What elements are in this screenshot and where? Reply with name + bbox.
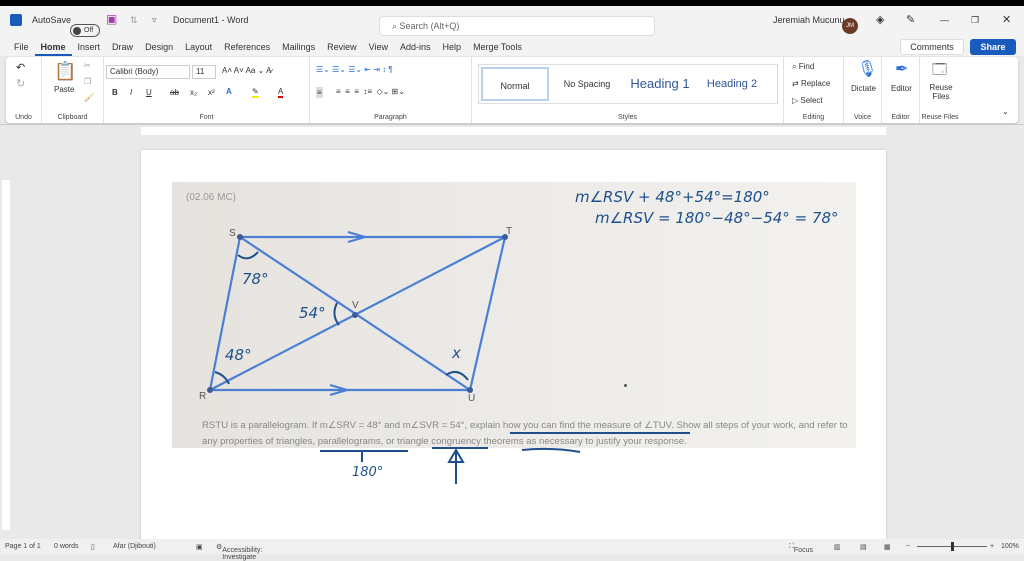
vertex-v: V xyxy=(352,300,359,311)
language[interactable]: Afar (Djibouti) xyxy=(113,543,156,550)
zoom-out-icon[interactable]: − xyxy=(906,543,910,550)
accessibility-label: Accessibility: Investigate xyxy=(222,547,263,561)
print-layout-icon[interactable]: ▤ xyxy=(860,543,867,551)
zoom-in-icon[interactable]: + xyxy=(990,543,994,550)
question-text: RSTU is a parallelogram. If m∠SRV = 48° … xyxy=(202,420,848,447)
page-count[interactable]: Page 1 of 1 xyxy=(5,543,41,550)
vertex-u: U xyxy=(468,393,475,404)
zoom-level[interactable]: 100% xyxy=(1001,543,1019,550)
handwriting-180: 180° xyxy=(352,465,383,480)
vertex-r: R xyxy=(199,391,206,402)
read-mode-icon[interactable]: ▥ xyxy=(834,543,841,551)
handwriting-48: 48° xyxy=(225,346,252,364)
focus-button[interactable]: ⛶ Focus xyxy=(789,543,813,554)
accessibility-status[interactable]: ⚙ Accessibility: Investigate xyxy=(216,543,262,561)
focus-label: Focus xyxy=(793,547,813,554)
status-bar: Page 1 of 1 0 words ▯ Afar (Djibouti) ▣ … xyxy=(0,539,1024,561)
cursor-dot xyxy=(624,384,627,387)
zoom-slider-thumb[interactable] xyxy=(951,542,954,551)
handwriting-line2: m∠RSV = 180°−48°−54° = 78° xyxy=(595,209,839,227)
word-count[interactable]: 0 words xyxy=(54,543,79,550)
diagram: S T R U V m∠RSV + 48°+54°=180° m∠RSV = 1… xyxy=(199,188,839,484)
macro-icon[interactable]: ▣ xyxy=(196,543,203,551)
handwriting-54: 54° xyxy=(299,304,326,322)
vertex-t: T xyxy=(506,226,512,237)
vertex-s: S xyxy=(229,228,236,239)
web-layout-icon[interactable]: ▦ xyxy=(884,543,891,551)
handwriting-78: 78° xyxy=(242,270,269,288)
handwriting-x: x xyxy=(451,344,461,362)
handwriting-line1: m∠RSV + 48°+54°=180° xyxy=(575,188,770,206)
proofing-icon[interactable]: ▯ xyxy=(91,543,95,551)
